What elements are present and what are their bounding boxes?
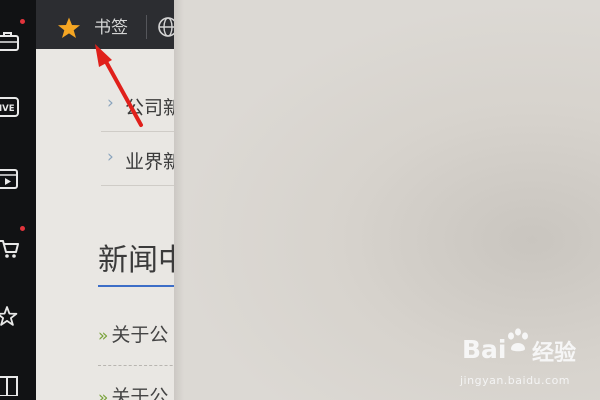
watermark-brand: Bai: [462, 335, 507, 364]
watermark-logo: Bai 经验: [462, 328, 576, 375]
watermark-brand-suffix: 经验: [532, 341, 577, 366]
watermark-url: jingyan.baidu.com: [460, 374, 571, 387]
paw-icon: [508, 328, 528, 352]
